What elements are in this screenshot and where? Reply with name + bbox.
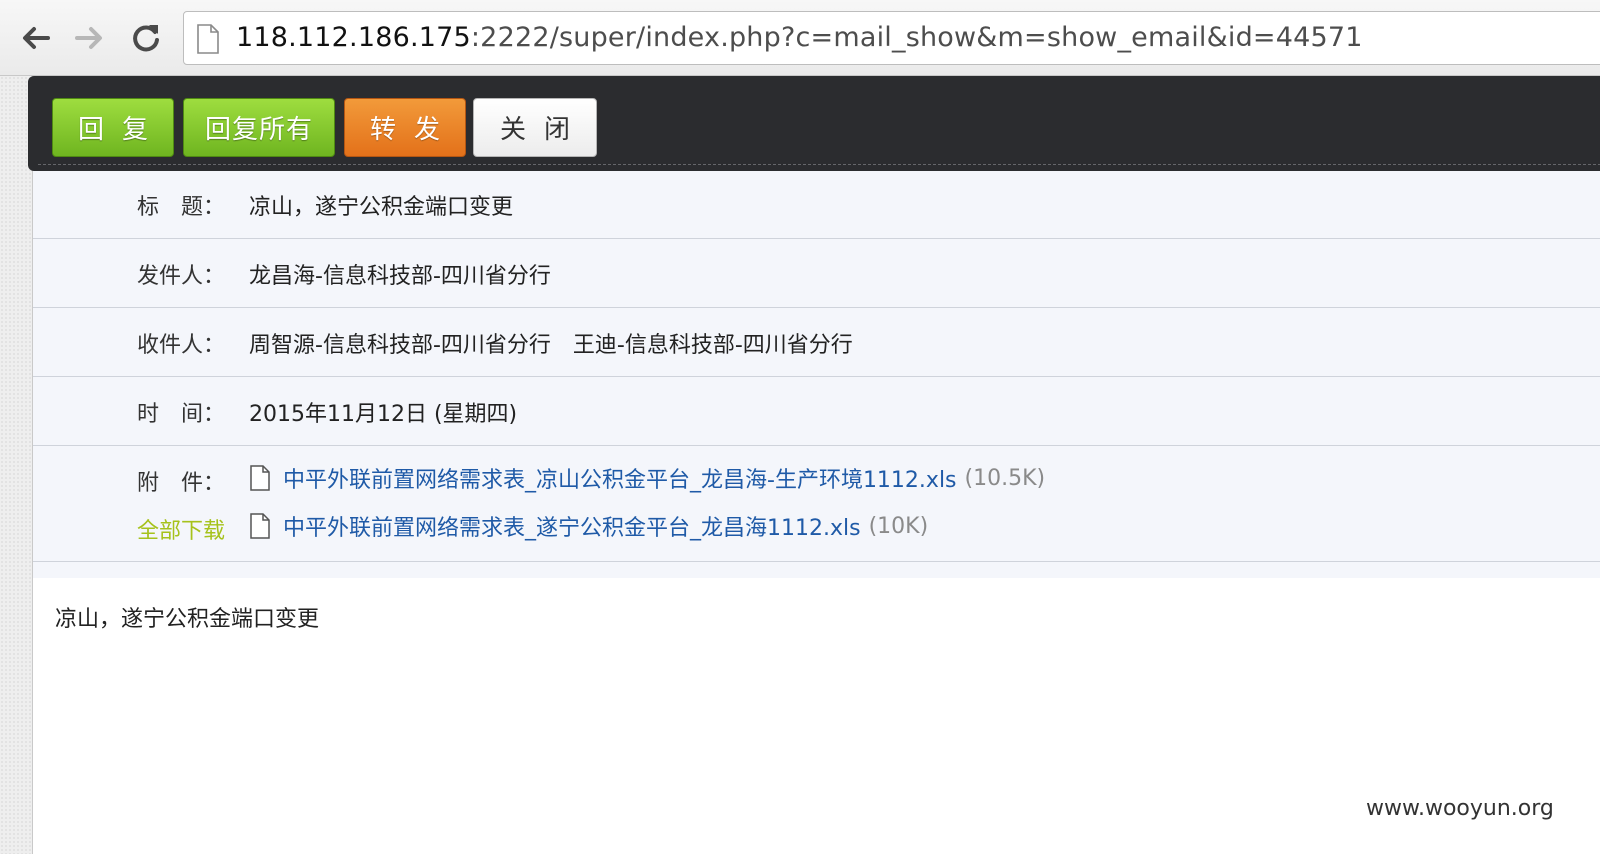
browser-toolbar: 118.112.186.175:2222/super/index.php?c=m… <box>0 0 1600 76</box>
reply-button[interactable]: 回复 <box>52 98 174 157</box>
time-value: 2015年11月12日 (星期四) <box>249 402 518 427</box>
reply-all-button[interactable]: 回复所有 <box>183 98 335 157</box>
url-host: 118.112.186.175 <box>236 22 471 53</box>
forward-button-mail[interactable]: 转发 <box>344 98 466 157</box>
watermark: www.wooyun.org <box>1366 796 1554 821</box>
attachments-row: 附 件： 全部下载 中平外联前置网络需求表_凉山公积金平台_龙昌海-生产环境11… <box>33 446 1600 562</box>
recipients-label: 收件人： <box>137 333 226 358</box>
file-icon <box>250 465 270 491</box>
back-arrow-icon <box>23 27 50 49</box>
reload-icon <box>133 25 159 52</box>
url-text: 118.112.186.175:2222/super/index.php?c=m… <box>236 22 1363 53</box>
forward-button[interactable] <box>70 18 110 58</box>
forward-arrow-icon <box>75 27 102 49</box>
subject-row: 标 题： 凉山，遂宁公积金端口变更 <box>33 171 1600 239</box>
attachment-size: (10K) <box>868 513 929 539</box>
download-all-link[interactable]: 全部下载 <box>137 513 225 545</box>
time-label: 时 间： <box>137 402 226 427</box>
url-path: :2222/super/index.php?c=mail_show&m=show… <box>470 22 1363 53</box>
subject-value: 凉山，遂宁公积金端口变更 <box>249 195 514 220</box>
page-icon <box>197 24 219 54</box>
attachment-size: (10.5K) <box>964 465 1046 491</box>
toolbar-divider <box>38 164 1600 165</box>
mail-toolbar: 回复 回复所有 转发 关闭 <box>28 76 1600 171</box>
attachment-link[interactable]: 中平外联前置网络需求表_凉山公积金平台_龙昌海-生产环境1112.xls <box>283 462 957 494</box>
attachments-label: 附 件： <box>137 471 226 496</box>
reload-button[interactable] <box>126 18 166 58</box>
time-row: 时 间： 2015年11月12日 (星期四) <box>33 377 1600 446</box>
attachment-item[interactable]: 中平外联前置网络需求表_遂宁公积金平台_龙昌海1112.xls (10K) <box>249 510 928 542</box>
sender-row: 发件人： 龙昌海-信息科技部-四川省分行 <box>33 239 1600 308</box>
sender-label: 发件人： <box>137 264 226 289</box>
mail-body: 凉山，遂宁公积金端口变更 <box>55 607 320 632</box>
subject-label: 标 题： <box>137 195 226 220</box>
file-icon <box>250 513 270 539</box>
attachment-item[interactable]: 中平外联前置网络需求表_凉山公积金平台_龙昌海-生产环境1112.xls (10… <box>249 462 1045 494</box>
address-bar[interactable]: 118.112.186.175:2222/super/index.php?c=m… <box>183 11 1600 65</box>
sender-value: 龙昌海-信息科技部-四川省分行 <box>249 264 551 289</box>
recipients-value: 周智源-信息科技部-四川省分行 王迪-信息科技部-四川省分行 <box>249 333 853 358</box>
close-button[interactable]: 关闭 <box>473 98 597 157</box>
recipients-row: 收件人： 周智源-信息科技部-四川省分行 王迪-信息科技部-四川省分行 <box>33 308 1600 377</box>
mail-panel: 回复 回复所有 转发 关闭 标 题： 凉山，遂宁公积金端口变更 发件人： 龙昌海… <box>28 76 1600 854</box>
mail-header-info: 标 题： 凉山，遂宁公积金端口变更 发件人： 龙昌海-信息科技部-四川省分行 收… <box>33 171 1600 578</box>
back-button[interactable] <box>15 18 55 58</box>
attachment-link[interactable]: 中平外联前置网络需求表_遂宁公积金平台_龙昌海1112.xls <box>283 510 861 542</box>
